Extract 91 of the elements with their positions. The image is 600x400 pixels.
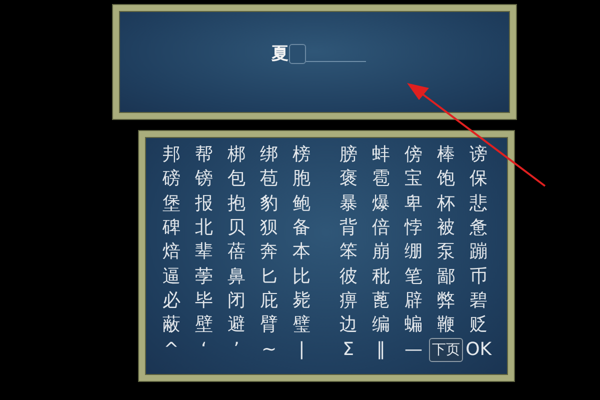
character-key[interactable]: 笨 [336,240,360,264]
character-key[interactable]: 避 [224,313,248,338]
character-key[interactable]: 豹 [257,192,282,216]
character-key[interactable]: 棒 [434,143,458,168]
character-key[interactable]: 北 [192,216,216,240]
character-key[interactable]: 笔 [401,264,426,289]
character-key[interactable]: 蚌 [368,143,393,168]
character-key[interactable]: 焙 [159,240,184,264]
character-key[interactable]: 泵 [434,240,458,264]
character-key[interactable]: 鞭 [434,313,458,338]
character-key[interactable]: 壁 [192,313,216,338]
character-key[interactable]: 弊 [434,288,458,313]
character-key[interactable]: 镑 [192,167,216,192]
character-key[interactable]: 饱 [434,167,458,192]
character-key[interactable]: 备 [290,216,314,240]
character-key[interactable]: ~ [258,338,280,362]
character-key[interactable]: 毕 [192,288,216,313]
character-key[interactable]: OK [462,338,495,362]
character-key[interactable]: 邦 [159,143,184,168]
character-key[interactable]: 币 [466,264,491,289]
character-key[interactable]: 抱 [224,192,248,216]
character-key[interactable]: 痹 [336,288,360,313]
character-key[interactable]: 蓖 [368,288,393,313]
character-key[interactable]: 编 [368,313,393,338]
character-key[interactable]: 帮 [192,143,216,168]
character-key[interactable]: 保 [466,167,491,192]
character-key[interactable]: 苞 [257,167,282,192]
character-key[interactable]: 卑 [401,192,426,216]
character-key[interactable]: 傍 [401,143,426,168]
character-key[interactable]: 边 [336,313,360,338]
character-key[interactable]: 雹 [368,167,393,192]
character-key[interactable]: 暴 [336,192,360,216]
character-key[interactable]: 背 [336,216,360,240]
character-key[interactable]: ’ [230,338,242,362]
character-key[interactable]: 辟 [401,288,426,313]
character-key[interactable]: 鲍 [290,192,314,216]
character-key[interactable]: 爆 [368,192,393,216]
character-key[interactable]: 梆 [224,143,248,168]
character-key[interactable]: ‖ [373,338,388,362]
character-key[interactable]: 匕 [257,264,282,289]
character-key[interactable]: 本 [290,240,314,264]
character-key[interactable]: 悲 [466,192,491,216]
character-key[interactable]: | [296,338,308,362]
character-key[interactable]: 狈 [257,216,282,240]
character-key[interactable]: 褒 [336,167,360,192]
character-key[interactable]: 鼻 [224,264,248,289]
character-key[interactable]: 杯 [434,192,458,216]
entered-name: 夏 [272,44,288,64]
character-key[interactable]: 贝 [224,216,248,240]
character-key[interactable]: 宝 [401,167,426,192]
character-key[interactable]: 蹦 [466,240,491,264]
character-key[interactable]: 下页 [429,338,464,362]
character-key[interactable]: 被 [434,216,458,240]
character-key[interactable]: 荸 [192,264,216,289]
character-key[interactable]: 彼 [336,264,360,289]
character-key[interactable]: 秕 [368,264,393,289]
character-key[interactable]: 碑 [159,216,184,240]
character-key[interactable]: 绷 [401,240,426,264]
character-key[interactable]: 蓓 [224,240,248,264]
character-key[interactable]: ‘ [198,338,210,362]
character-key[interactable]: 毙 [290,288,314,313]
character-key[interactable]: 报 [192,192,216,216]
character-key[interactable]: 榜 [290,143,314,168]
character-key[interactable]: — [401,338,426,362]
character-key[interactable]: 蝙 [401,313,426,338]
character-key[interactable]: 必 [159,288,184,313]
character-key[interactable]: ^ [160,338,182,362]
character-key[interactable]: 磅 [159,167,184,192]
character-key[interactable]: 奔 [257,240,282,264]
character-key[interactable]: 比 [290,264,314,289]
character-key[interactable]: 辈 [192,240,216,264]
character-key[interactable]: 堡 [159,192,184,216]
character-key[interactable]: 崩 [368,240,393,264]
character-key[interactable]: 绑 [257,143,282,168]
character-key[interactable]: 贬 [466,313,491,338]
character-key[interactable]: 庇 [257,288,282,313]
character-key[interactable]: 倍 [368,216,393,240]
character-key[interactable]: Σ [340,338,357,362]
character-key[interactable]: 闭 [224,288,248,313]
character-key[interactable]: 谤 [466,143,491,168]
character-key[interactable]: 膀 [336,143,360,168]
character-key[interactable]: 璧 [290,313,314,338]
character-key[interactable]: 碧 [466,288,491,313]
character-key[interactable]: 悖 [401,216,426,240]
character-key[interactable]: 蔽 [159,313,184,338]
character-key[interactable]: 鄙 [434,264,458,289]
character-key[interactable]: 胞 [290,167,314,192]
character-key[interactable]: 惫 [466,216,491,240]
character-key[interactable]: 包 [224,167,248,192]
character-key[interactable]: 逼 [159,264,184,289]
character-key[interactable]: 臂 [257,313,282,338]
